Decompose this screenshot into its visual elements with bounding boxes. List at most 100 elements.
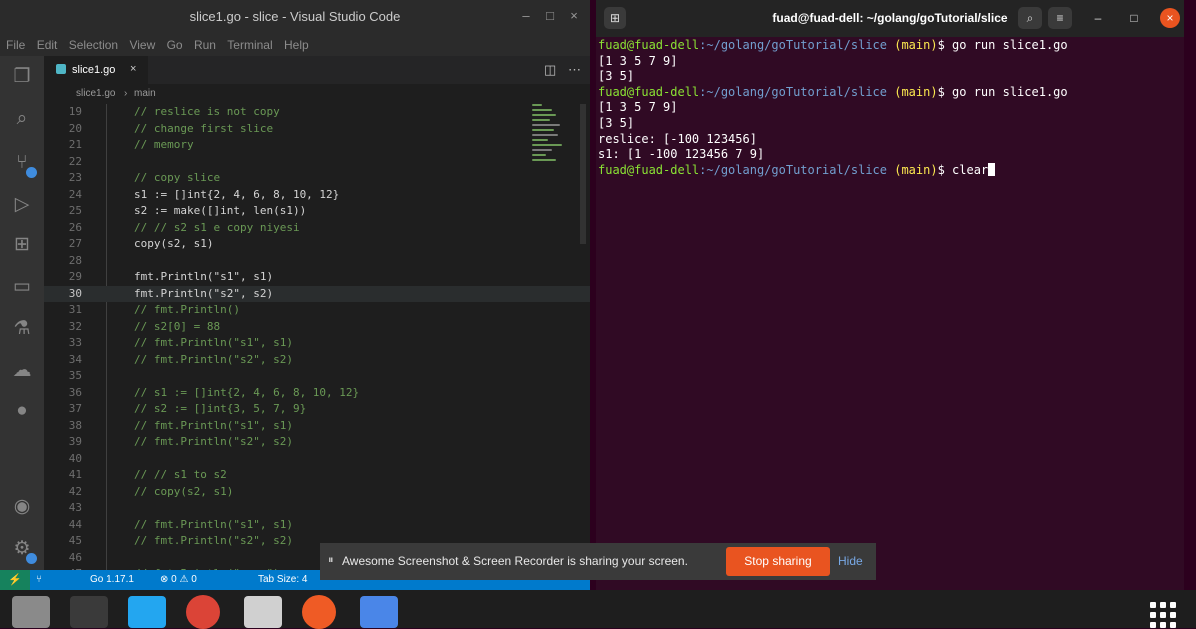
code-line[interactable]: 20 // change first slice (44, 121, 590, 138)
more-actions-icon[interactable]: ⋯ (568, 62, 581, 78)
account-icon[interactable]: ◉ (9, 494, 35, 520)
line-number: 37 (68, 402, 82, 415)
breadcrumb-symbol[interactable]: main (134, 88, 156, 99)
code-line[interactable]: 25 s2 := make([]int, len(s1)) (44, 203, 590, 220)
code-text: s2 := make([]int, len(s1)) (134, 204, 307, 217)
source-control-icon[interactable]: ⑂ (9, 150, 37, 178)
show-applications-icon[interactable] (1150, 602, 1180, 628)
code-line[interactable]: 35 (44, 368, 590, 385)
terminal-maximize-icon[interactable]: □ (1126, 10, 1142, 26)
line-number: 32 (68, 319, 82, 333)
code-line[interactable]: 23 // copy slice (44, 170, 590, 187)
code-line[interactable]: 26 // // s2 s1 e copy niyesi (44, 220, 590, 237)
tab-slice1-go[interactable]: slice1.go × (44, 56, 148, 84)
menu-terminal[interactable]: Terminal (227, 34, 272, 56)
terminal-minimize-icon[interactable]: – (1090, 10, 1106, 26)
minimize-icon[interactable]: – (518, 8, 534, 24)
code-line[interactable]: 27 copy(s2, s1) (44, 236, 590, 253)
code-line[interactable]: 29 fmt.Println("s1", s1) (44, 269, 590, 286)
code-text: // s2 := []int{3, 5, 7, 9} (134, 402, 307, 415)
breadcrumb-file[interactable]: slice1.go (76, 88, 115, 99)
editor-scrollbar[interactable] (580, 104, 586, 244)
tab-size-status[interactable]: Tab Size: 4 (258, 574, 307, 585)
hide-button[interactable]: Hide (838, 554, 863, 568)
menu-go[interactable]: Go (167, 34, 183, 56)
line-number: 43 (68, 501, 82, 514)
code-line[interactable]: 36 // s1 := []int{2, 4, 6, 8, 10, 12} (44, 385, 590, 402)
vscode-titlebar: slice1.go - slice - Visual Studio Code –… (0, 0, 590, 34)
code-line[interactable]: 39 // fmt.Println("s2", s2) (44, 434, 590, 451)
code-line[interactable]: 44 // fmt.Println("s1", s1) (44, 517, 590, 534)
text-editor-app-icon[interactable] (360, 596, 398, 628)
code-line[interactable]: 33 // fmt.Println("s1", s1) (44, 335, 590, 352)
code-line[interactable]: 32 // s2[0] = 88 (44, 319, 590, 336)
chrome-app-icon[interactable] (186, 595, 220, 629)
code-line[interactable]: 40 (44, 451, 590, 468)
terminal-prompt-line: fuad@fuad-dell:~/golang/goTutorial/slice… (596, 162, 1184, 179)
split-editor-icon[interactable]: ◫ (544, 62, 556, 78)
vscode-window: slice1.go - slice - Visual Studio Code –… (0, 0, 590, 590)
search-icon[interactable]: ⌕ (9, 106, 35, 132)
tab-close-icon[interactable]: × (130, 63, 136, 75)
code-text: fmt.Println("s2", s2) (134, 286, 274, 300)
vscode-window-title: slice1.go - slice - Visual Studio Code (189, 9, 401, 24)
code-line[interactable]: 38 // fmt.Println("s1", s1) (44, 418, 590, 435)
git-graph-icon[interactable]: ● (9, 398, 35, 424)
menu-view[interactable]: View (129, 34, 155, 56)
code-line[interactable]: 30 fmt.Println("s2", s2) (44, 285, 590, 302)
code-line[interactable]: 19 // reslice is not copy (44, 104, 590, 121)
code-line[interactable]: 28 (44, 253, 590, 270)
terminal-output[interactable]: fuad@fuad-dell:~/golang/goTutorial/slice… (596, 38, 1184, 590)
menu-edit[interactable]: Edit (37, 34, 58, 56)
remote-explorer-icon[interactable]: ▭ (9, 274, 35, 300)
code-line[interactable]: 21 // memory (44, 137, 590, 154)
terminal-prompt-line: fuad@fuad-dell:~/golang/goTutorial/slice… (596, 85, 1184, 101)
explorer-icon[interactable]: ❐ (9, 64, 35, 90)
run-debug-icon[interactable]: ▷ (9, 192, 35, 218)
settings-icon[interactable]: ⚙ (9, 536, 37, 564)
testing-icon[interactable]: ⚗ (9, 316, 35, 342)
line-number: 42 (68, 484, 82, 498)
terminal-menu-icon[interactable]: ≡ (1048, 7, 1072, 29)
terminal-search-icon[interactable]: ⌕ (1018, 7, 1042, 29)
problems-status[interactable]: ⊗ 0 ⚠ 0 (160, 574, 197, 585)
code-line[interactable]: 37 // s2 := []int{3, 5, 7, 9} (44, 401, 590, 418)
vscode-app-icon[interactable] (128, 596, 166, 628)
line-number: 21 (68, 138, 82, 151)
code-editor[interactable]: 19 // reslice is not copy 20 // change firs… (44, 104, 590, 570)
code-line[interactable]: 22 (44, 154, 590, 171)
libreoffice-app-icon[interactable] (244, 596, 282, 628)
menu-file[interactable]: File (6, 34, 25, 56)
branch-icon[interactable]: ⑂ (36, 574, 42, 585)
stop-sharing-button[interactable]: Stop sharing (726, 547, 830, 576)
code-line[interactable]: 43 (44, 500, 590, 517)
line-number: 35 (68, 369, 82, 382)
source-control-badge (26, 167, 37, 178)
code-line[interactable]: 31 // fmt.Println() (44, 302, 590, 319)
code-line[interactable]: 41 // // s1 to s2 (44, 467, 590, 484)
menu-help[interactable]: Help (284, 34, 309, 56)
prompt-user: fuad@fuad-dell (598, 84, 700, 99)
code-line[interactable]: 24 s1 := []int{2, 4, 6, 8, 10, 12} (44, 187, 590, 204)
activity-bar: ❐ ⌕ ⑂ ▷ ⊞ ▭ ⚗ ☁ ● ◉ ⚙ (0, 56, 44, 570)
terminal-app-icon[interactable] (70, 596, 108, 628)
postman-app-icon[interactable] (302, 595, 336, 629)
terminal-close-icon[interactable]: × (1160, 8, 1180, 28)
menu-selection[interactable]: Selection (69, 34, 118, 56)
line-number: 38 (68, 418, 82, 432)
maximize-icon[interactable]: □ (542, 8, 558, 24)
docker-icon[interactable]: ☁ (9, 358, 35, 384)
line-number: 26 (68, 220, 82, 234)
remote-indicator-icon[interactable]: ⚡ (0, 570, 30, 590)
go-version-status[interactable]: Go 1.17.1 (90, 574, 134, 585)
dock (0, 590, 1196, 629)
extensions-icon[interactable]: ⊞ (9, 232, 35, 258)
close-icon[interactable]: × (566, 8, 582, 24)
code-line[interactable]: 34 // fmt.Println("s2", s2) (44, 352, 590, 369)
line-number: 34 (68, 352, 82, 366)
code-line[interactable]: 42 // copy(s2, s1) (44, 484, 590, 501)
menu-run[interactable]: Run (194, 34, 216, 56)
minimap[interactable] (532, 104, 578, 224)
files-app-icon[interactable] (12, 596, 50, 628)
prompt-user: fuad@fuad-dell (598, 38, 700, 52)
